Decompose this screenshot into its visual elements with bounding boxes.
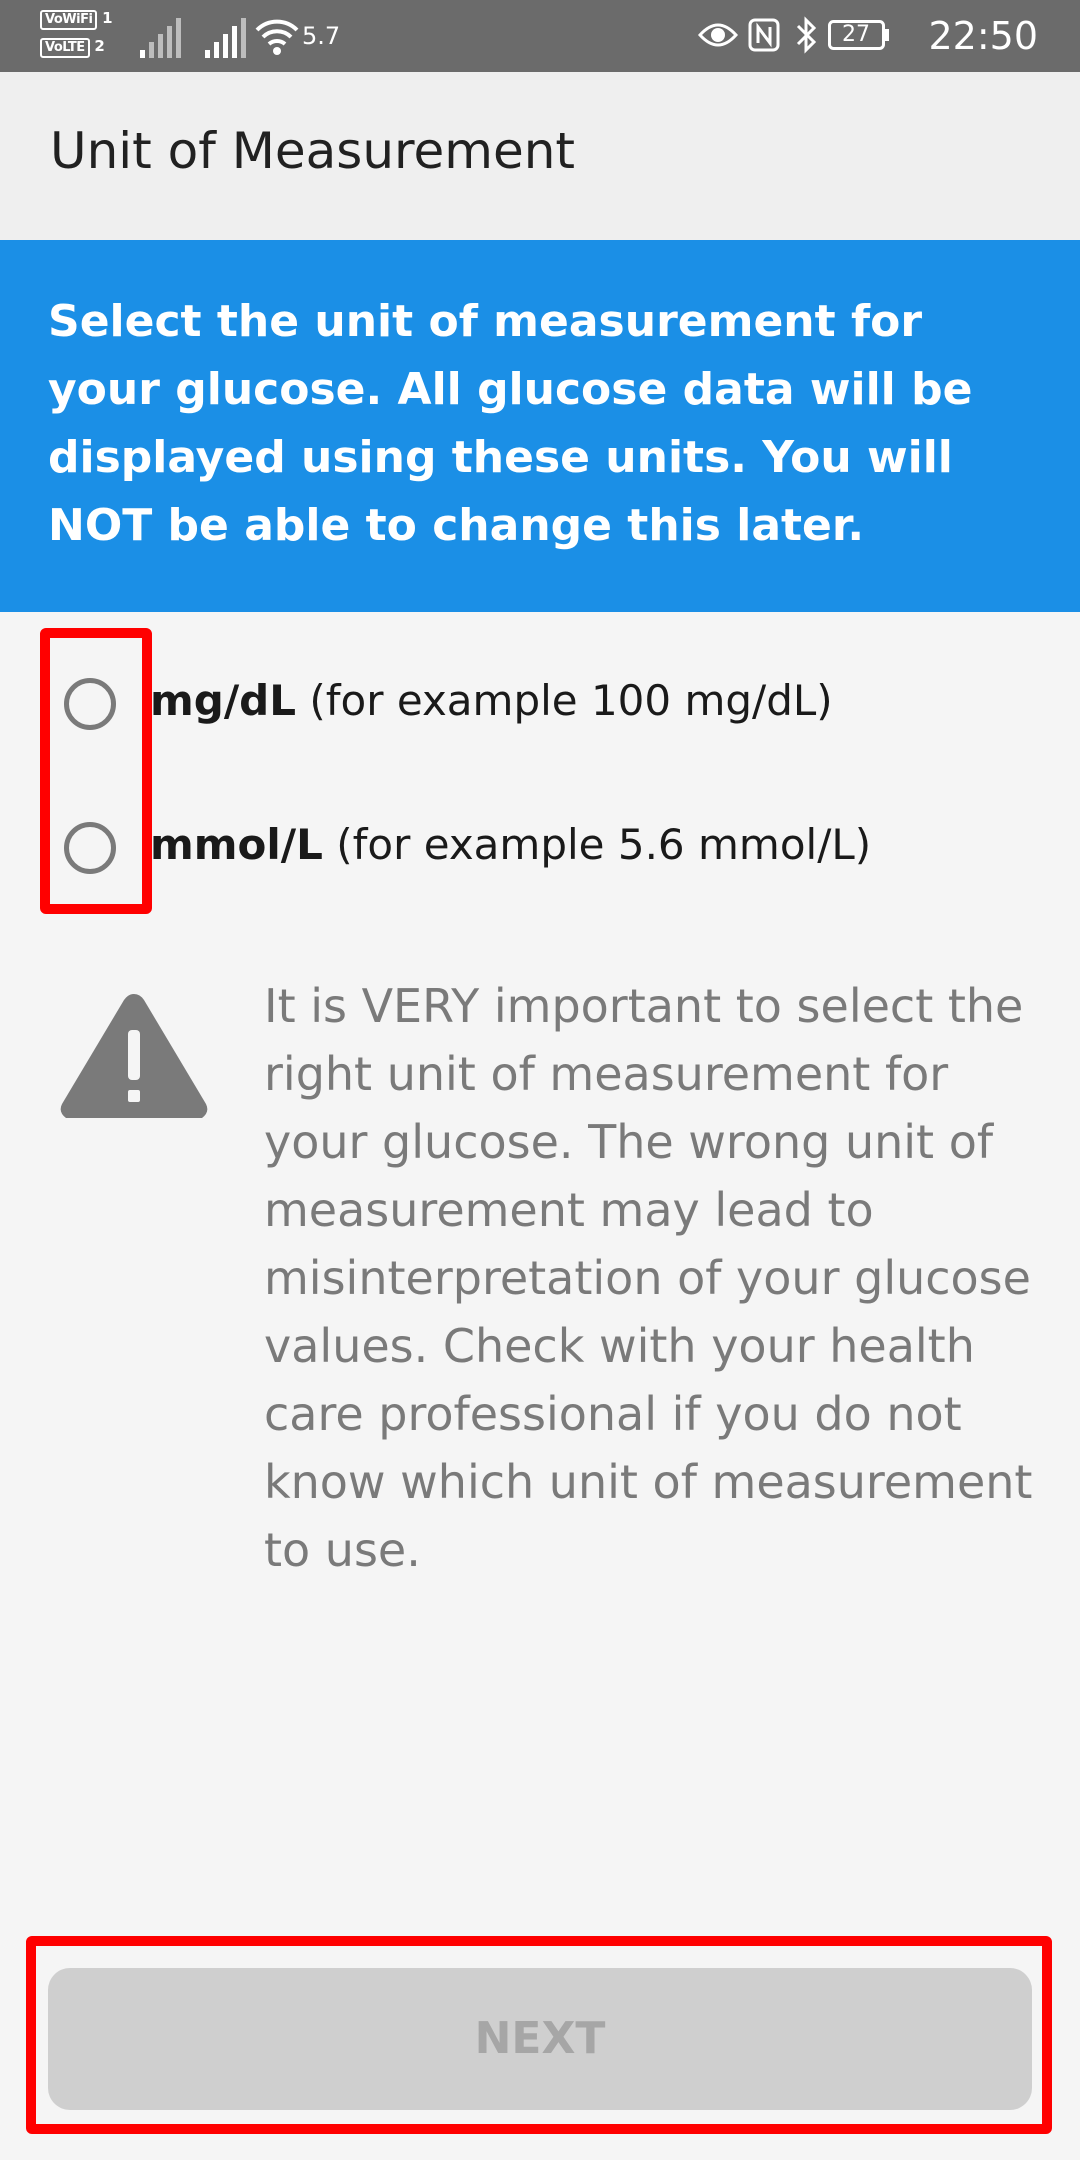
option-unit-mg-dl: mg/dL bbox=[150, 676, 296, 725]
option-unit-mmol-l: mmol/L bbox=[150, 820, 323, 869]
signal-1-icon bbox=[140, 18, 181, 58]
status-bar: VoWiFi 1 VoLTE 2 5.7 27 22:50 bbox=[0, 0, 1080, 72]
highlight-box-radios bbox=[40, 628, 152, 914]
signal-2-icon bbox=[205, 18, 246, 58]
option-label-mg-dl[interactable]: mg/dL (for example 100 mg/dL) bbox=[150, 676, 833, 725]
wifi-icon bbox=[255, 19, 299, 55]
volte-tag: VoLTE 2 bbox=[40, 36, 120, 58]
sim2-label: 2 bbox=[94, 37, 105, 55]
status-bar-right: 27 22:50 bbox=[698, 0, 1038, 72]
banner-text: Select the unit of measurement for your … bbox=[48, 296, 973, 551]
option-example-mg-dl: (for example 100 mg/dL) bbox=[296, 676, 833, 725]
volte-label: VoLTE bbox=[40, 38, 90, 58]
option-label-mmol-l[interactable]: mmol/L (for example 5.6 mmol/L) bbox=[150, 820, 871, 869]
eye-comfort-icon bbox=[698, 23, 738, 47]
highlight-box-next bbox=[26, 1936, 1052, 2134]
bluetooth-icon bbox=[796, 16, 817, 54]
network-speed: 5.7 bbox=[302, 22, 341, 50]
app-bar: Unit of Measurement bbox=[0, 72, 1080, 240]
battery-level: 27 bbox=[842, 22, 870, 47]
page-title: Unit of Measurement bbox=[50, 122, 576, 180]
clock: 22:50 bbox=[928, 14, 1038, 58]
info-banner: Select the unit of measurement for your … bbox=[0, 240, 1080, 612]
warning-text: It is VERY important to select the right… bbox=[264, 979, 1033, 1577]
network-tags: VoWiFi 1 VoLTE 2 bbox=[40, 6, 120, 64]
warning-triangle-icon bbox=[60, 994, 208, 1118]
sim1-label: 1 bbox=[102, 9, 113, 27]
nfc-icon bbox=[748, 18, 780, 52]
battery-icon: 27 bbox=[828, 20, 890, 50]
option-example-mmol-l: (for example 5.6 mmol/L) bbox=[322, 820, 872, 869]
unit-option-mmol-l[interactable]: mmol/L (for example 5.6 mmol/L) bbox=[0, 792, 1080, 912]
unit-option-mg-dl[interactable]: mg/dL (for example 100 mg/dL) bbox=[0, 648, 1080, 768]
vowifi-tag: VoWiFi 1 bbox=[40, 8, 120, 30]
vowifi-label: VoWiFi bbox=[40, 10, 98, 30]
